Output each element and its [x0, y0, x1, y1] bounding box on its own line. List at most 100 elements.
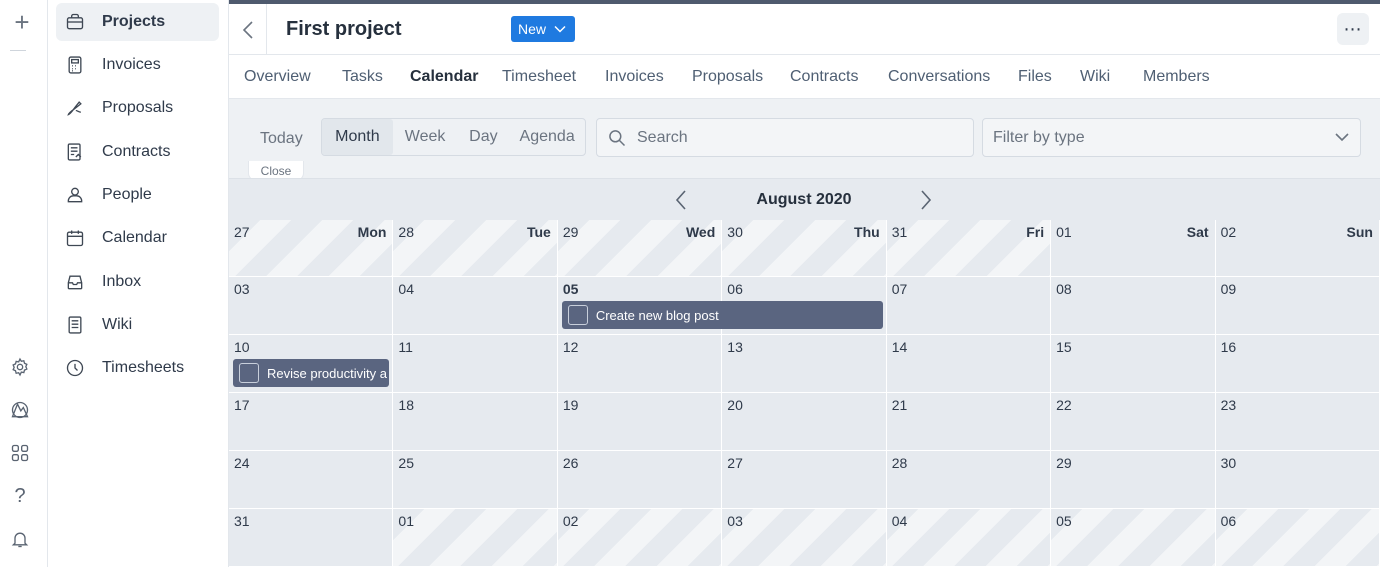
- plus-icon[interactable]: +: [10, 7, 34, 37]
- calendar-day-cell[interactable]: 19: [557, 393, 723, 451]
- calendar-day-cell[interactable]: 22: [1051, 393, 1216, 451]
- day-number: 08: [1056, 281, 1072, 297]
- day-number: 28: [891, 455, 908, 471]
- help-icon[interactable]: ?: [8, 484, 32, 508]
- calendar-day-cell[interactable]: 05: [1051, 509, 1216, 567]
- sidebar-item-contracts[interactable]: Contracts: [56, 133, 219, 171]
- calendar-event[interactable]: Create new blog post: [561, 301, 883, 329]
- calendar-day-cell[interactable]: 28 Tue: [393, 220, 558, 277]
- previous-month-button[interactable]: [674, 189, 688, 216]
- tab-calendar[interactable]: Calendar: [410, 68, 478, 86]
- view-month-button[interactable]: Month: [322, 119, 393, 155]
- day-number: 26: [562, 455, 579, 471]
- sidebar-item-proposals[interactable]: Proposals: [56, 89, 219, 127]
- calendar-day-cell[interactable]: 24: [229, 451, 394, 509]
- apps-icon[interactable]: [8, 441, 32, 465]
- tab-files[interactable]: Files: [1018, 68, 1052, 86]
- calendar-toolbar: Today Month Week Day Agenda Search Filte…: [229, 99, 1380, 181]
- calendar-day-cell[interactable]: 26: [557, 451, 723, 509]
- explore-icon[interactable]: [8, 398, 32, 422]
- document-icon: [64, 314, 86, 336]
- tab-invoices[interactable]: Invoices: [605, 68, 664, 86]
- calendar-day-cell[interactable]: 27: [722, 451, 887, 509]
- search-input[interactable]: Search: [596, 118, 974, 157]
- calendar-day-cell[interactable]: 31: [229, 509, 394, 567]
- sidebar-item-invoices[interactable]: Invoices: [56, 46, 219, 84]
- calendar-event[interactable]: Revise productivity a: [233, 359, 390, 387]
- clock-icon: [64, 357, 86, 379]
- calendar-day-cell[interactable]: 11: [393, 335, 558, 393]
- calendar-day-cell[interactable]: 29 Wed: [557, 220, 723, 277]
- more-options-button[interactable]: ⋯: [1337, 13, 1369, 45]
- calendar-day-cell[interactable]: 20: [722, 393, 887, 451]
- calendar-day-cell[interactable]: 08: [1051, 277, 1216, 335]
- calendar-day-cell[interactable]: 28: [886, 451, 1052, 509]
- tab-contracts[interactable]: Contracts: [790, 68, 858, 86]
- calendar-day-cell[interactable]: 23: [1215, 393, 1380, 451]
- next-month-button[interactable]: [919, 189, 933, 216]
- calendar-day-cell[interactable]: 04: [886, 509, 1052, 567]
- day-number: 01: [398, 513, 414, 529]
- sidebar-item-label: Inbox: [102, 273, 142, 290]
- weekday-label: Thu: [854, 224, 880, 240]
- tab-tasks[interactable]: Tasks: [342, 68, 383, 86]
- calendar-day-cell[interactable]: 18: [393, 393, 558, 451]
- calendar-day-cell[interactable]: 03: [229, 277, 394, 335]
- calendar-day-cell[interactable]: 13: [722, 335, 887, 393]
- sidebar-item-wiki[interactable]: Wiki: [56, 306, 219, 344]
- day-number: 12: [562, 339, 579, 355]
- sidebar-item-people[interactable]: People: [56, 176, 219, 214]
- calendar-day-cell[interactable]: 01: [393, 509, 558, 567]
- event-checkbox[interactable]: [239, 363, 259, 383]
- sidebar-item-label: Projects: [102, 13, 166, 30]
- contract-icon: [64, 141, 86, 163]
- new-button[interactable]: New: [511, 16, 575, 42]
- calendar-day-cell[interactable]: 03: [722, 509, 887, 567]
- calendar-day-cell[interactable]: 21: [886, 393, 1052, 451]
- day-number: 03: [727, 513, 743, 529]
- notifications-icon[interactable]: [8, 527, 32, 551]
- calendar-day-cell[interactable]: 30 Thu: [722, 220, 887, 277]
- sidebar-item-projects[interactable]: Projects: [56, 3, 219, 41]
- weekday-label: Tue: [526, 224, 551, 240]
- calendar-day-cell[interactable]: 30: [1215, 451, 1380, 509]
- calendar-day-cell[interactable]: 01 Sat: [1051, 220, 1216, 277]
- back-button[interactable]: [229, 4, 267, 55]
- today-button[interactable]: Today: [260, 130, 303, 148]
- calendar-day-cell[interactable]: 09: [1215, 277, 1380, 335]
- tab-wiki[interactable]: Wiki: [1080, 68, 1110, 86]
- tab-members[interactable]: Members: [1143, 68, 1210, 86]
- calendar-day-cell[interactable]: 17: [229, 393, 394, 451]
- tab-conversations[interactable]: Conversations: [888, 68, 990, 86]
- sidebar-item-inbox[interactable]: Inbox: [56, 263, 219, 301]
- filter-by-type-select[interactable]: Filter by type: [982, 118, 1361, 157]
- calendar-day-cell[interactable]: 15: [1051, 335, 1216, 393]
- tab-proposals[interactable]: Proposals: [692, 68, 763, 86]
- calendar-day-cell[interactable]: 29: [1051, 451, 1216, 509]
- calendar-day-cell[interactable]: 27 Mon: [229, 220, 394, 277]
- day-number: 07: [891, 281, 908, 297]
- day-number: 29: [562, 224, 579, 240]
- view-agenda-button[interactable]: Agenda: [509, 119, 585, 155]
- day-number: 04: [398, 281, 414, 297]
- settings-icon[interactable]: [8, 355, 32, 379]
- calendar-day-cell[interactable]: 31 Fri: [886, 220, 1052, 277]
- tab-timesheet[interactable]: Timesheet: [502, 68, 576, 86]
- calendar-day-cell[interactable]: 02: [557, 509, 723, 567]
- calendar-day-cell[interactable]: 02 Sun: [1215, 220, 1380, 277]
- calendar-day-cell[interactable]: 07: [886, 277, 1052, 335]
- calendar-day-cell[interactable]: 14: [886, 335, 1052, 393]
- sidebar-item-timesheets[interactable]: Timesheets: [56, 349, 219, 387]
- sidebar-item-calendar[interactable]: Calendar: [56, 219, 219, 257]
- calendar-day-cell[interactable]: 25: [393, 451, 558, 509]
- view-week-button[interactable]: Week: [393, 119, 458, 155]
- calendar-day-cell[interactable]: 12: [557, 335, 723, 393]
- sidebar-item-label: People: [102, 186, 152, 203]
- view-day-button[interactable]: Day: [457, 119, 509, 155]
- tab-overview[interactable]: Overview: [244, 68, 311, 86]
- event-checkbox[interactable]: [567, 305, 588, 325]
- calendar-day-cell[interactable]: 04: [393, 277, 558, 335]
- calendar-day-cell[interactable]: 06: [1215, 509, 1380, 567]
- calendar-day-cell[interactable]: 16: [1215, 335, 1380, 393]
- calendar-grid: 27 Mon 28 Tue 29 Wed 30 Thu 31 Fri 01 Sat 02 Sun 03 04 0…: [229, 220, 1380, 567]
